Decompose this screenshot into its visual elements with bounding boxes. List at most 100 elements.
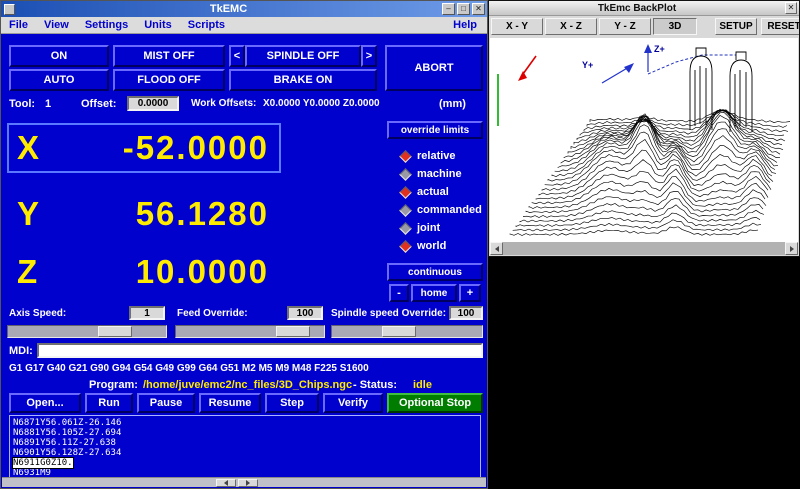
- tkemc-titlebar[interactable]: TkEMC – □ ✕: [1, 1, 487, 17]
- tool-marker-arrow-icon: [518, 56, 536, 81]
- mode-auto-button[interactable]: AUTO: [9, 69, 109, 91]
- offset-label: Offset:: [81, 98, 116, 110]
- run-button[interactable]: Run: [85, 393, 133, 413]
- close-icon[interactable]: ✕: [785, 2, 797, 14]
- rapid-move-path: [648, 55, 736, 74]
- menu-view[interactable]: View: [36, 19, 77, 31]
- program-hscrollbar[interactable]: [2, 477, 486, 487]
- offset-entry[interactable]: 0.0000: [127, 96, 179, 111]
- verify-button[interactable]: Verify: [323, 393, 383, 413]
- scroll-right-icon[interactable]: [785, 242, 798, 255]
- mdi-input[interactable]: [37, 343, 483, 358]
- flood-button[interactable]: FLOOD OFF: [113, 69, 225, 91]
- feed-override-slider[interactable]: [175, 325, 325, 338]
- axis-letter: X: [9, 129, 61, 167]
- radio-indicator-icon: [399, 186, 412, 199]
- axis-speed-slider-thumb[interactable]: [98, 326, 132, 337]
- units-label: (mm): [439, 98, 466, 110]
- program-line-text: N6871Y56.061Z-26.146: [13, 418, 121, 428]
- feed-override-value: 100: [287, 306, 323, 320]
- radio-relative[interactable]: relative: [401, 149, 456, 163]
- menubar: File View Settings Units Scripts Help: [1, 17, 487, 34]
- minimize-icon[interactable]: –: [442, 3, 455, 15]
- step-button[interactable]: Step: [265, 393, 319, 413]
- scroll-left-icon[interactable]: [216, 479, 236, 487]
- radio-indicator-icon: [399, 168, 412, 181]
- optional-stop-button[interactable]: Optional Stop: [387, 393, 483, 413]
- spindle-override-slider[interactable]: [331, 325, 483, 338]
- pause-button[interactable]: Pause: [137, 393, 195, 413]
- work-offsets-value: X0.0000 Y0.0000 Z0.0000: [263, 98, 380, 109]
- axis-speed-slider[interactable]: [7, 325, 167, 338]
- mdi-label: MDI:: [9, 345, 33, 357]
- scroll-left-icon[interactable]: [490, 242, 503, 255]
- jog-minus-button[interactable]: -: [389, 284, 409, 302]
- radio-joint[interactable]: joint: [401, 221, 440, 235]
- backplot-hscrollbar[interactable]: [490, 242, 798, 255]
- menu-file[interactable]: File: [1, 19, 36, 31]
- machine-on-button[interactable]: ON: [9, 45, 109, 67]
- spindle-override-label: Spindle speed Override:: [331, 308, 446, 319]
- spindle-decrease-button[interactable]: <: [229, 45, 245, 67]
- radio-commanded[interactable]: commanded: [401, 203, 482, 217]
- axis-row-y[interactable]: Y 56.1280: [7, 189, 281, 239]
- z-axis-arrow-icon: [644, 44, 652, 72]
- backplot-canvas[interactable]: Z+ Y+: [490, 38, 798, 243]
- spindle-button[interactable]: SPINDLE OFF: [245, 45, 361, 67]
- close-icon[interactable]: ✕: [472, 3, 485, 15]
- menu-help[interactable]: Help: [443, 19, 487, 31]
- y-axis-arrow-icon: [602, 63, 634, 83]
- menu-settings[interactable]: Settings: [77, 19, 136, 31]
- program-line: N6891Y56.11Z-27.638: [13, 438, 477, 448]
- maximize-icon[interactable]: □: [457, 3, 470, 15]
- view-3d-button[interactable]: 3D: [653, 18, 697, 35]
- radio-label: relative: [417, 150, 456, 162]
- abort-button[interactable]: ABORT: [385, 45, 483, 91]
- radio-indicator-icon: [399, 222, 412, 235]
- axis-value: 10.0000: [61, 253, 279, 291]
- jog-plus-button[interactable]: +: [459, 284, 481, 302]
- backplot-title: TkEmc BackPlot: [489, 3, 785, 14]
- view-yz-button[interactable]: Y - Z: [599, 18, 651, 35]
- program-line: N6871Y56.061Z-26.146: [13, 418, 477, 428]
- window-menu-icon[interactable]: [4, 4, 15, 15]
- radio-actual[interactable]: actual: [401, 185, 449, 199]
- radio-world[interactable]: world: [401, 239, 446, 253]
- open-button[interactable]: Open...: [9, 393, 81, 413]
- scroll-right-icon[interactable]: [238, 479, 258, 487]
- axis-row-x[interactable]: X -52.0000: [7, 123, 281, 173]
- override-limits-button[interactable]: override limits: [387, 121, 483, 139]
- tool-number: 1: [45, 98, 51, 110]
- reset-button[interactable]: RESET: [761, 18, 800, 35]
- y-axis-label: Y+: [582, 60, 593, 70]
- active-codes: G1 G17 G40 G21 G90 G94 G54 G49 G99 G64 G…: [9, 363, 369, 374]
- program-listing[interactable]: N6871Y56.061Z-26.146 N6881Y56.105Z-27.69…: [9, 415, 481, 479]
- view-xz-button[interactable]: X - Z: [545, 18, 597, 35]
- feed-override-slider-thumb[interactable]: [276, 326, 310, 337]
- brake-button[interactable]: BRAKE ON: [229, 69, 377, 91]
- resume-button[interactable]: Resume: [199, 393, 261, 413]
- home-button[interactable]: home: [411, 284, 457, 302]
- program-line-text: N6891Y56.11Z-27.638: [13, 438, 116, 448]
- backplot-titlebar[interactable]: TkEmc BackPlot ✕: [489, 1, 799, 16]
- status-value: idle: [413, 379, 432, 391]
- spindle-override-slider-thumb[interactable]: [382, 326, 416, 337]
- axis-speed-value: 1: [129, 306, 165, 320]
- mist-button[interactable]: MIST OFF: [113, 45, 225, 67]
- axis-letter: Z: [9, 253, 61, 291]
- menu-units[interactable]: Units: [136, 19, 180, 31]
- axis-row-z[interactable]: Z 10.0000: [7, 247, 281, 297]
- radio-machine[interactable]: machine: [401, 167, 462, 181]
- radio-indicator-icon: [399, 150, 412, 163]
- view-xy-button[interactable]: X - Y: [491, 18, 543, 35]
- radio-label: commanded: [417, 204, 482, 216]
- spindle-increase-button[interactable]: >: [361, 45, 377, 67]
- setup-button[interactable]: SETUP: [715, 18, 757, 35]
- menu-scripts[interactable]: Scripts: [180, 19, 233, 31]
- backplot-window: TkEmc BackPlot ✕ X - Y X - Z Y - Z 3D SE…: [488, 0, 800, 257]
- axis-speed-label: Axis Speed:: [9, 308, 66, 319]
- spindle-override-value: 100: [449, 306, 483, 320]
- axis-value: 56.1280: [61, 195, 279, 233]
- tool-label: Tool:: [9, 98, 35, 110]
- jog-mode-button[interactable]: continuous: [387, 263, 483, 281]
